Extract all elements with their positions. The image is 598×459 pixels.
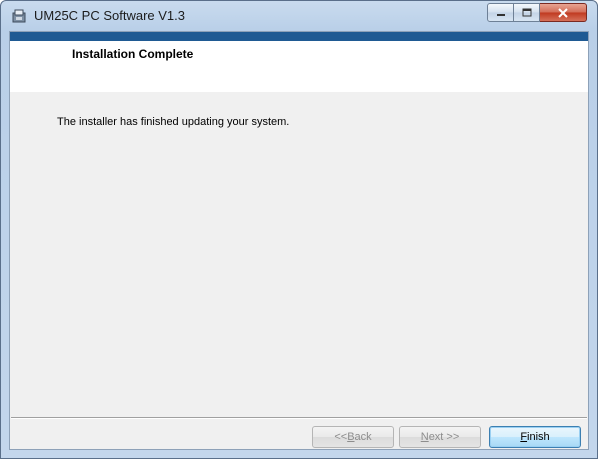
maximize-button[interactable] xyxy=(514,3,540,22)
wizard-banner: Installation Complete xyxy=(10,41,588,92)
title-bar[interactable]: UM25C PC Software V1.3 xyxy=(1,1,597,31)
back-button-mnemonic: B xyxy=(347,431,355,443)
installer-window: UM25C PC Software V1.3 Installation Comp… xyxy=(0,0,598,459)
window-title: UM25C PC Software V1.3 xyxy=(34,8,186,23)
installer-disk-icon xyxy=(12,9,26,23)
next-button-mnemonic: N xyxy=(420,431,429,443)
finish-button-label: inish xyxy=(527,431,550,443)
status-message: The installer has finished updating your… xyxy=(57,116,290,128)
banner-stripe xyxy=(10,32,588,41)
back-button-label: ack xyxy=(354,431,372,443)
close-button[interactable] xyxy=(540,3,587,22)
finish-button-mnemonic: F xyxy=(520,431,528,443)
caption-buttons xyxy=(487,3,587,22)
wizard-content: Installation Complete The installer has … xyxy=(9,31,589,450)
back-button[interactable]: << Back xyxy=(312,426,394,448)
maximize-icon xyxy=(522,8,531,17)
minimize-icon xyxy=(496,14,505,16)
close-icon xyxy=(558,7,568,18)
page-heading: Installation Complete xyxy=(72,47,194,61)
back-button-prefix: << xyxy=(334,431,348,443)
minimize-button[interactable] xyxy=(487,3,514,22)
divider-highlight xyxy=(11,418,587,419)
next-button-label: ext >> xyxy=(428,431,460,443)
next-button[interactable]: Next >> xyxy=(399,426,481,448)
finish-button[interactable]: Finish xyxy=(489,426,581,448)
